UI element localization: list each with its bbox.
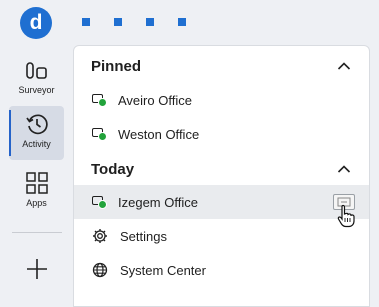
list-item-system-center[interactable]: System Center	[74, 253, 369, 287]
header-square	[82, 18, 90, 26]
chevron-up-icon[interactable]	[337, 164, 351, 174]
list-item-izegem-office[interactable]: Izegem Office	[74, 185, 369, 219]
list-item-aveiro-office[interactable]: Aveiro Office	[74, 83, 369, 117]
header-square	[178, 18, 186, 26]
site-status-icon	[92, 94, 107, 107]
list-item-label: Aveiro Office	[118, 92, 192, 108]
rail-divider	[12, 232, 62, 233]
rail-item-activity[interactable]: Activity	[9, 106, 64, 160]
rail-item-label: Activity	[22, 139, 51, 149]
hand-pointer-cursor-icon	[337, 204, 355, 228]
rail-item-label: Apps	[26, 198, 47, 208]
site-status-icon	[92, 196, 107, 209]
list-item-label: Izegem Office	[118, 194, 198, 210]
surveyor-icon	[25, 62, 47, 79]
rail-item-label: Surveyor	[18, 85, 55, 95]
app-logo[interactable]: d	[20, 7, 52, 39]
left-rail: d Surveyor Activity Apps	[0, 0, 72, 293]
add-icon[interactable]	[26, 258, 48, 280]
list-item-label: System Center	[120, 262, 206, 278]
apps-grid-icon	[25, 172, 48, 194]
site-status-icon	[92, 128, 107, 141]
list-item-weston-office[interactable]: Weston Office	[74, 117, 369, 151]
activity-history-icon	[25, 114, 48, 135]
list-item-label: Weston Office	[118, 126, 200, 142]
globe-icon	[92, 262, 108, 278]
list-item-settings[interactable]: Settings	[74, 219, 369, 253]
chevron-up-icon[interactable]	[337, 61, 351, 71]
app-logo-letter: d	[29, 11, 43, 34]
rail-item-apps[interactable]: Apps	[9, 165, 64, 219]
gear-icon	[93, 229, 107, 243]
section-header-today[interactable]: Today	[74, 152, 369, 186]
list-item-label: Settings	[120, 228, 167, 244]
sites-panel: Pinned Aveiro Office Weston Office Today…	[73, 45, 370, 307]
section-header-pinned[interactable]: Pinned	[74, 49, 369, 83]
section-title: Pinned	[91, 57, 142, 75]
rail-item-surveyor[interactable]: Surveyor	[9, 54, 64, 108]
header-square	[146, 18, 154, 26]
header-square	[114, 18, 122, 26]
section-title: Today	[91, 160, 135, 178]
